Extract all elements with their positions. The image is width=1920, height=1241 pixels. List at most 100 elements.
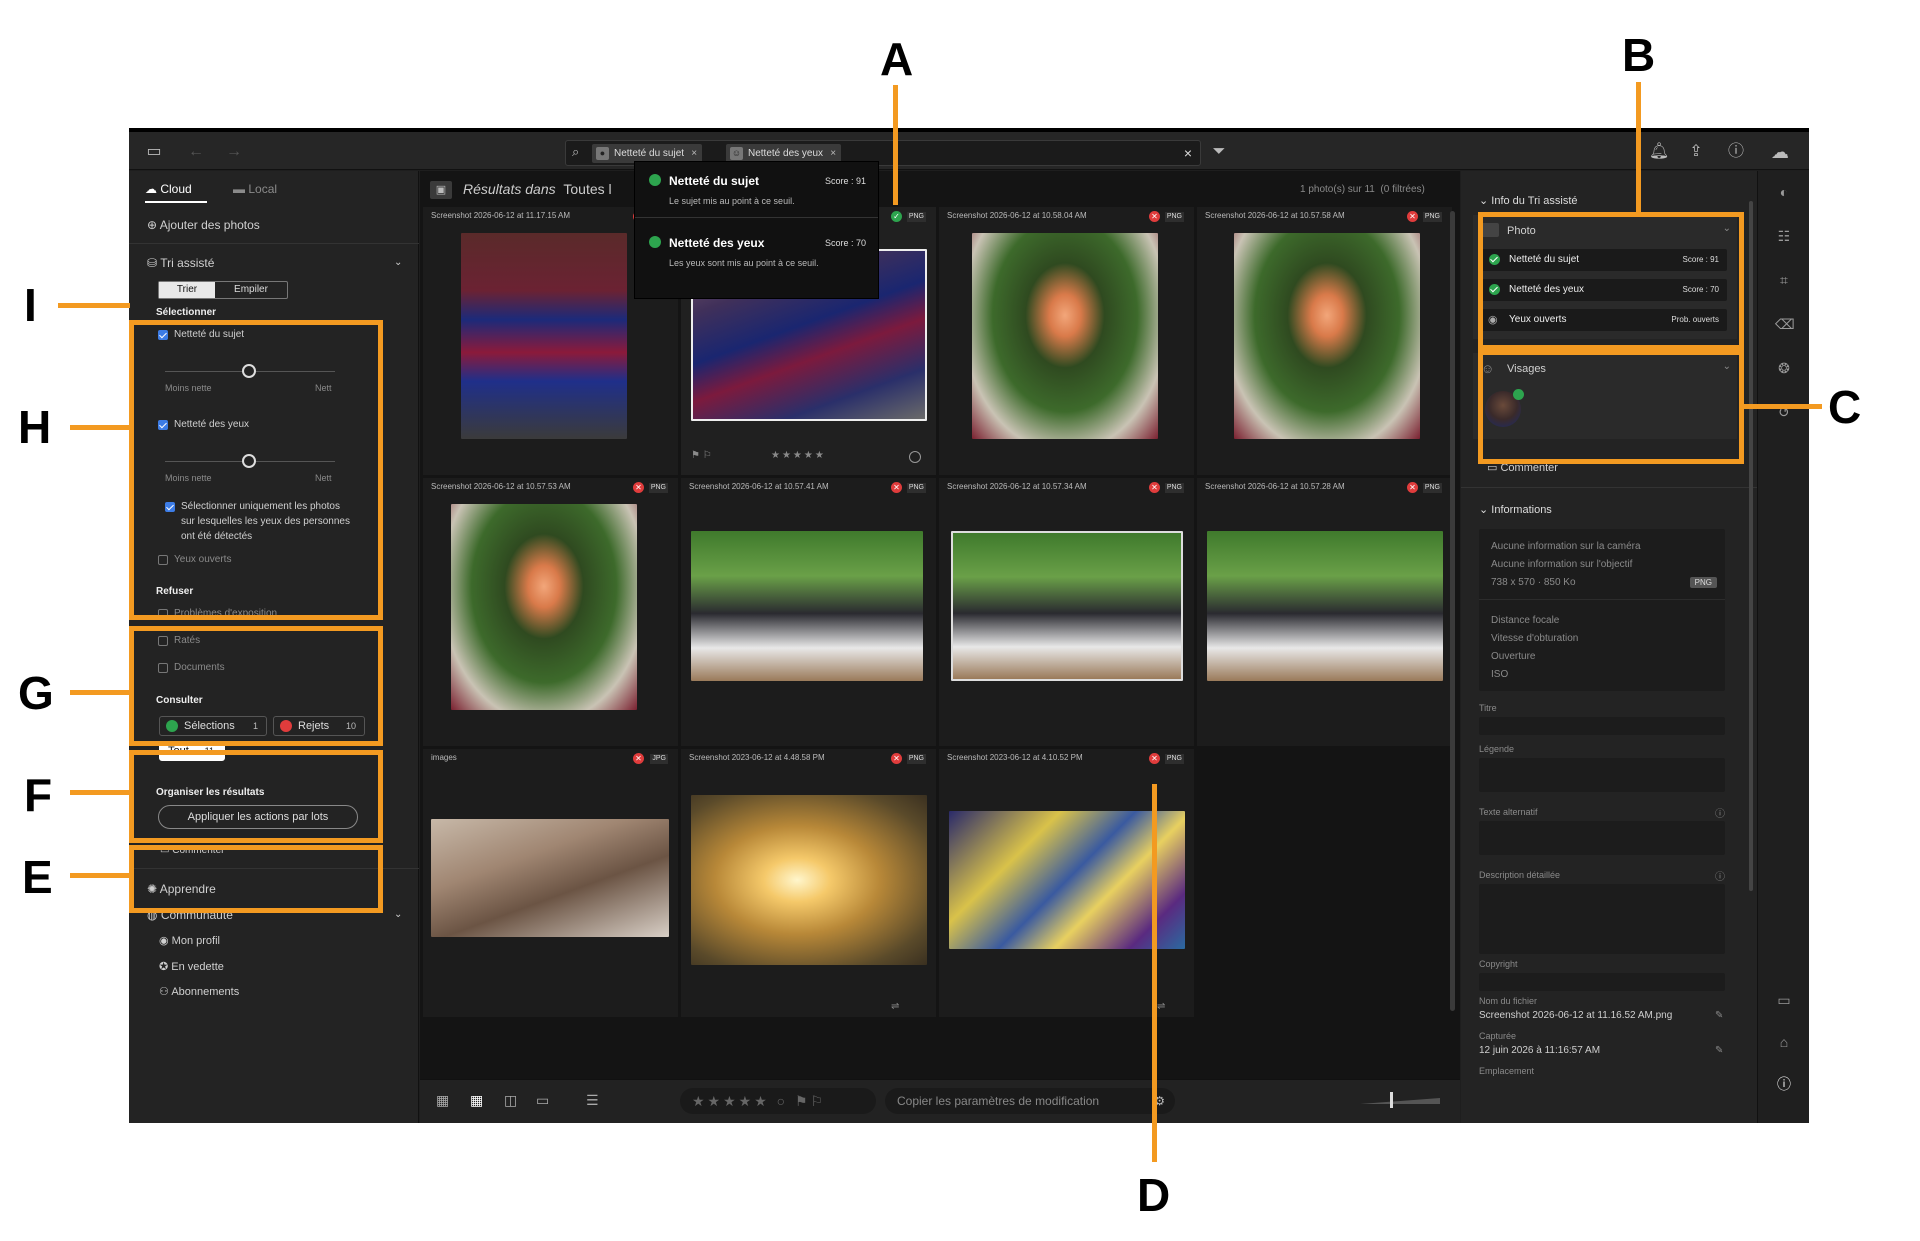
reject-icon[interactable]: ✕ xyxy=(891,753,902,764)
callout-letter-e: E xyxy=(22,851,53,903)
tab-cloud[interactable]: ☁ Cloud xyxy=(145,182,192,196)
photo-thumbnail[interactable] xyxy=(691,531,923,681)
featured-item[interactable]: ✪ En vedette xyxy=(159,960,224,973)
photo-cell[interactable]: Screenshot 2026-06-12 at 10.57.53 AM ✕ P… xyxy=(423,478,678,746)
photo-thumbnail[interactable] xyxy=(691,795,927,965)
top-bar: ▭ ← → ⌕ ● Netteté du sujet × ☺ Netteté d… xyxy=(129,128,1809,170)
chevron-down-icon[interactable]: ⌄ xyxy=(394,257,402,268)
title-field[interactable] xyxy=(1479,717,1725,735)
tab-underline xyxy=(145,201,207,203)
photo-thumbnail[interactable] xyxy=(1207,531,1443,681)
mode-sort-button[interactable]: Trier xyxy=(159,282,215,298)
caption-field[interactable] xyxy=(1479,758,1725,792)
photo-cell[interactable]: images ✕ JPG xyxy=(423,749,678,1017)
photo-thumbnail[interactable] xyxy=(461,233,627,439)
clear-search-icon[interactable]: × xyxy=(1184,145,1192,161)
circle-icon[interactable] xyxy=(909,451,921,463)
image-icon[interactable]: ▣ xyxy=(430,181,452,199)
reject-icon[interactable]: ✕ xyxy=(891,482,902,493)
alt-text-field[interactable] xyxy=(1479,821,1725,855)
flag-icons[interactable]: ⚑ ⚐ xyxy=(691,450,712,461)
back-arrow-icon[interactable]: ← xyxy=(185,142,207,162)
photo-thumbnail[interactable] xyxy=(972,233,1158,439)
copyright-field[interactable] xyxy=(1479,973,1725,991)
copy-settings-button[interactable]: Copier les paramètres de modification ⚙ xyxy=(885,1088,1175,1114)
photo-cell[interactable]: Screenshot 2023-06-12 at 4.48.58 PM ✕ PN… xyxy=(681,749,936,1017)
photo-cell[interactable]: Screenshot 2026-06-12 at 10.57.28 AM ✕ P… xyxy=(1197,478,1452,746)
compare-icon[interactable]: ◫ xyxy=(504,1092,517,1109)
callout-line-d xyxy=(1152,784,1157,1162)
cloud-icon[interactable]: ☁ xyxy=(1769,142,1791,162)
grid-large-icon[interactable]: ▦ xyxy=(470,1092,483,1109)
mask-icon[interactable]: ❂ xyxy=(1775,359,1793,377)
assisted-info-header[interactable]: ⌄ Info du Tri assisté xyxy=(1479,194,1578,207)
description-field[interactable] xyxy=(1479,884,1725,954)
pencil-icon[interactable]: ✎ xyxy=(1715,1010,1723,1021)
photo-cell[interactable]: Screenshot 2026-06-12 at 10.58.04 AM ✕ P… xyxy=(939,207,1194,475)
pick-icon[interactable]: ✓ xyxy=(891,211,902,222)
reject-icon[interactable]: ✕ xyxy=(1407,211,1418,222)
assisted-sort-header[interactable]: ⛁ Tri assisté xyxy=(147,256,214,270)
check-icon xyxy=(649,174,661,186)
scrollbar[interactable] xyxy=(1450,211,1455,1011)
divider xyxy=(129,243,419,244)
my-profile-item[interactable]: ◉ Mon profil xyxy=(159,934,220,947)
reject-icon[interactable]: ✕ xyxy=(1149,753,1160,764)
share-icon[interactable]: ⇪ xyxy=(1685,142,1707,162)
info-header[interactable]: ⌄ Informations xyxy=(1479,503,1552,516)
sliders-icon[interactable]: ☷ xyxy=(1775,227,1793,245)
info-icon[interactable]: ⓘ xyxy=(1715,868,1725,883)
subscriptions-item[interactable]: ⚇ Abonnements xyxy=(159,985,239,998)
callout-box-h xyxy=(129,320,383,620)
photo-thumbnail[interactable] xyxy=(431,819,669,937)
pencil-icon[interactable]: ✎ xyxy=(1715,1045,1723,1056)
callout-line-h xyxy=(70,425,130,430)
panel-toggle-icon[interactable]: ▭ xyxy=(143,142,165,162)
results-label: Résultats dans Toutes l xyxy=(463,181,612,197)
eraser-icon[interactable]: ⌫ xyxy=(1775,315,1795,333)
grid-small-icon[interactable]: ▦ xyxy=(436,1092,449,1109)
photo-thumbnail[interactable] xyxy=(949,811,1185,949)
photo-cell[interactable]: Screenshot 2026-06-12 at 10.57.41 AM ✕ P… xyxy=(681,478,936,746)
mode-stack-button[interactable]: Empiler xyxy=(215,282,287,298)
crop-icon[interactable]: ⌗ xyxy=(1775,271,1793,289)
tab-local[interactable]: ▬ Local xyxy=(233,182,277,196)
photo-count: 1 photo(s) sur 11 (0 filtrées) xyxy=(1300,184,1425,195)
chevron-down-icon[interactable]: ⌄ xyxy=(394,909,402,920)
star-rating[interactable]: ★★★★★ xyxy=(771,450,826,461)
photo-thumbnail[interactable] xyxy=(451,504,637,710)
reject-icon[interactable]: ✕ xyxy=(1149,482,1160,493)
reject-icon[interactable]: ✕ xyxy=(1149,211,1160,222)
single-view-icon[interactable]: ▭ xyxy=(536,1092,549,1109)
scrollbar[interactable] xyxy=(1749,201,1753,891)
callout-line-c xyxy=(1742,404,1822,409)
reject-icon[interactable]: ✕ xyxy=(1407,482,1418,493)
photo-cell[interactable]: Screenshot 2026-06-12 at 10.57.34 AM ✕ P… xyxy=(939,478,1194,746)
rating-toolbar[interactable]: ★★★★★ ○ ⚑⚐ xyxy=(680,1088,876,1114)
forward-arrow-icon[interactable]: → xyxy=(223,142,245,162)
filter-icon[interactable]: ⏷ xyxy=(1208,142,1230,162)
callout-letter-c: C xyxy=(1828,381,1862,433)
sort-icon: ⛁ xyxy=(147,256,158,270)
reject-icon[interactable]: ✕ xyxy=(633,753,644,764)
zoom-slider-knob[interactable] xyxy=(1390,1092,1393,1108)
info-icon[interactable]: ⓘ xyxy=(1715,805,1725,820)
photo-thumbnail[interactable] xyxy=(951,531,1183,681)
comment-icon[interactable]: ▭ xyxy=(1775,991,1793,1009)
photo-thumbnail[interactable] xyxy=(1234,233,1420,439)
photo-cell[interactable]: Screenshot 2026-06-12 at 10.57.58 AM ✕ P… xyxy=(1197,207,1452,475)
tool-rail: ◐ ☷ ⌗ ⌫ ❂ ↺ ▭ ⌂ ⓘ xyxy=(1757,171,1809,1123)
callout-box-c xyxy=(1478,350,1744,464)
zoom-slider[interactable] xyxy=(1360,1098,1440,1104)
edit-icon[interactable]: ◐ xyxy=(1775,183,1793,201)
help-icon[interactable]: ⓘ xyxy=(1725,142,1747,162)
filename-value: Screenshot 2026-06-12 at 11.16.52 AM.png xyxy=(1479,1010,1673,1021)
adjust-icon[interactable]: ⇌ xyxy=(1157,1001,1165,1012)
reject-icon[interactable]: ✕ xyxy=(633,482,644,493)
sort-lines-icon[interactable]: ☰ xyxy=(586,1092,599,1109)
info-icon[interactable]: ⓘ xyxy=(1775,1075,1793,1093)
tag-icon[interactable]: ⌂ xyxy=(1775,1033,1793,1051)
adjust-icon[interactable]: ⇌ xyxy=(891,1001,899,1012)
add-photos-button[interactable]: ⊕ Ajouter des photos xyxy=(147,218,260,232)
bell-icon[interactable]: 🔔︎ xyxy=(1648,142,1670,162)
